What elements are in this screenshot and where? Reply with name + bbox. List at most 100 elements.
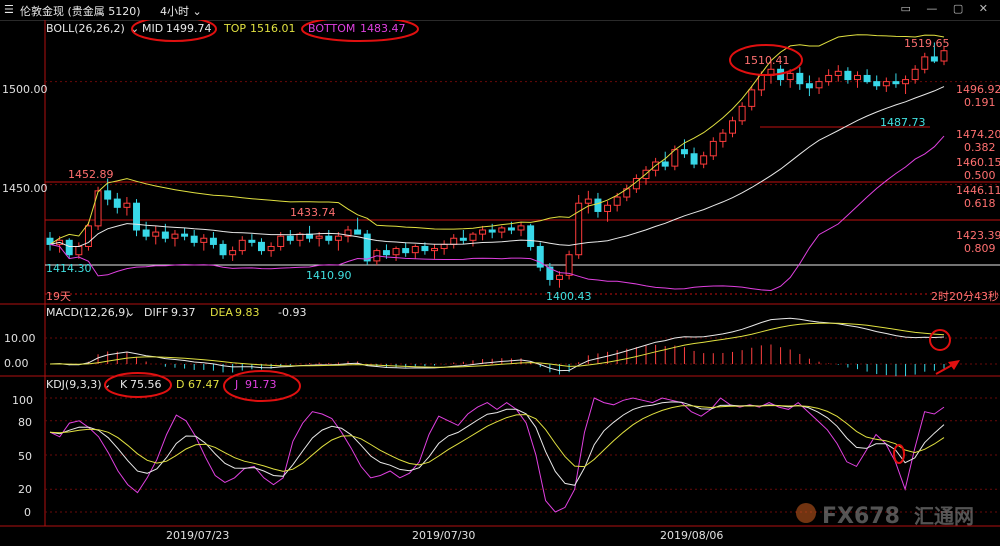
- candle-down: [844, 70, 852, 81]
- macd-dea-value: 9.83: [235, 306, 260, 319]
- candle-down: [258, 241, 265, 252]
- candle-down: [209, 237, 217, 245]
- candle-up: [229, 250, 237, 256]
- candle-down: [488, 229, 496, 233]
- candle-down: [402, 248, 410, 254]
- candle-down: [248, 239, 256, 243]
- low-label: 1400.43: [546, 290, 592, 303]
- maximize-icon[interactable]: ▢: [953, 2, 969, 15]
- boll-bottom-value: 1483.47: [360, 22, 406, 35]
- minimize-icon[interactable]: —: [926, 2, 943, 15]
- candle-down: [65, 239, 73, 256]
- kdj-y-tick-label: 80: [18, 416, 32, 429]
- macd-diff-value: 9.37: [171, 306, 196, 319]
- candle-up: [171, 233, 179, 239]
- arrow-head-icon: [948, 360, 960, 370]
- candle-up: [748, 89, 756, 107]
- macd-diff-label: DIFF: [144, 306, 168, 319]
- high-label: 1519.65: [904, 37, 950, 50]
- candle-up: [450, 237, 458, 245]
- candle-up: [757, 74, 765, 91]
- restore-icon[interactable]: ▭: [900, 2, 916, 15]
- candle-up: [729, 120, 736, 134]
- low-label: 1487.73: [880, 116, 926, 129]
- candle-up: [123, 202, 131, 208]
- candle-up: [556, 274, 563, 280]
- fib-value: 1496.92: [956, 83, 1000, 96]
- menu-icon[interactable]: ☰: [4, 3, 14, 16]
- candle-up: [613, 196, 621, 206]
- candle-up: [911, 68, 919, 81]
- macd-y-tick-label: 0.00: [4, 357, 29, 370]
- candle-up: [440, 243, 448, 250]
- candle-up: [431, 248, 438, 252]
- candle-up: [719, 132, 727, 142]
- close-icon[interactable]: ✕: [979, 2, 994, 15]
- kdj-k-label: K: [120, 378, 128, 391]
- candle-down: [161, 231, 169, 239]
- macd-dea-label: DEA: [210, 306, 233, 319]
- kdj-d-value: 67.47: [188, 378, 220, 391]
- chevron-down-icon[interactable]: ⌄: [126, 306, 135, 319]
- window-controls[interactable]: ▭ — ▢ ✕: [900, 2, 994, 15]
- candle-down: [796, 72, 804, 85]
- candle-up: [825, 74, 833, 83]
- kdj-k-value: 75.56: [130, 378, 162, 391]
- candle-up: [94, 190, 102, 227]
- boll-mid-label: MID: [142, 22, 163, 35]
- macd-indicator-label[interactable]: MACD(12,26,9): [46, 306, 130, 319]
- candle-down: [930, 56, 938, 62]
- candle-up: [940, 50, 948, 62]
- candle-up: [315, 235, 323, 239]
- watermark: FX678 汇通网: [796, 503, 974, 529]
- candle-up: [786, 72, 794, 81]
- candle-up: [921, 56, 929, 70]
- trading-chart[interactable]: FX678 汇通网 BOLL(26,26,2) ⌄ MID 1499.74 TO…: [0, 20, 1000, 546]
- window-titlebar: ☰ 伦敦金现 (贵金属 5120) 4小时 ⌄ ▭ — ▢ ✕: [0, 0, 1000, 21]
- watermark-cn: 汇通网: [914, 504, 974, 528]
- boll-mid-line: [49, 86, 945, 247]
- candle-down: [142, 229, 150, 237]
- timeframe-selector[interactable]: 4小时 ⌄: [160, 3, 202, 19]
- boll-indicator-label[interactable]: BOLL(26,26,2): [46, 22, 125, 35]
- x-tick-label: 2019/07/30: [412, 529, 475, 542]
- watermark-brand: FX678: [822, 504, 900, 529]
- candle-down: [181, 233, 189, 237]
- candle-down: [805, 83, 813, 89]
- candle-down: [325, 235, 333, 241]
- symbol-title[interactable]: 伦敦金现 (贵金属 5120): [20, 3, 141, 19]
- macd-y-tick-label: 10.00: [4, 332, 36, 345]
- watermark-logo-icon: [796, 503, 816, 523]
- candle-up: [584, 198, 592, 204]
- candle-up: [238, 239, 246, 252]
- boll-mid-value: 1499.74: [166, 22, 212, 35]
- candle-down: [113, 198, 121, 208]
- chevron-down-icon: ⌄: [189, 5, 202, 18]
- kdj-indicator-label[interactable]: KDJ(9,3,3): [46, 378, 102, 391]
- candle-up: [604, 204, 612, 212]
- candle-up: [469, 233, 477, 241]
- candle-up: [854, 74, 861, 81]
- candle-down: [286, 235, 294, 241]
- candle-down: [527, 225, 535, 247]
- candle-down: [354, 229, 362, 235]
- candle-up: [411, 245, 419, 254]
- candle-up: [392, 248, 400, 256]
- fib-ratio: 0.809: [964, 242, 996, 255]
- candle-up: [517, 225, 525, 231]
- candle-up: [277, 235, 285, 247]
- fib-value: 1474.20: [956, 128, 1000, 141]
- fib-ratio: 0.618: [964, 197, 996, 210]
- fib-value: 1446.11: [956, 184, 1000, 197]
- candle-up: [709, 140, 717, 157]
- low-label: 1410.90: [306, 269, 352, 282]
- y-tick-label: 1450.00: [2, 182, 48, 195]
- candle-up: [75, 245, 83, 256]
- high-label: 1510.41: [744, 54, 790, 67]
- high-label: 1452.89: [68, 168, 114, 181]
- candle-down: [190, 235, 198, 243]
- candle-up: [902, 79, 910, 85]
- candle-up: [152, 231, 160, 237]
- candle-up: [334, 235, 342, 241]
- kdj-y-tick-label: 20: [18, 483, 32, 496]
